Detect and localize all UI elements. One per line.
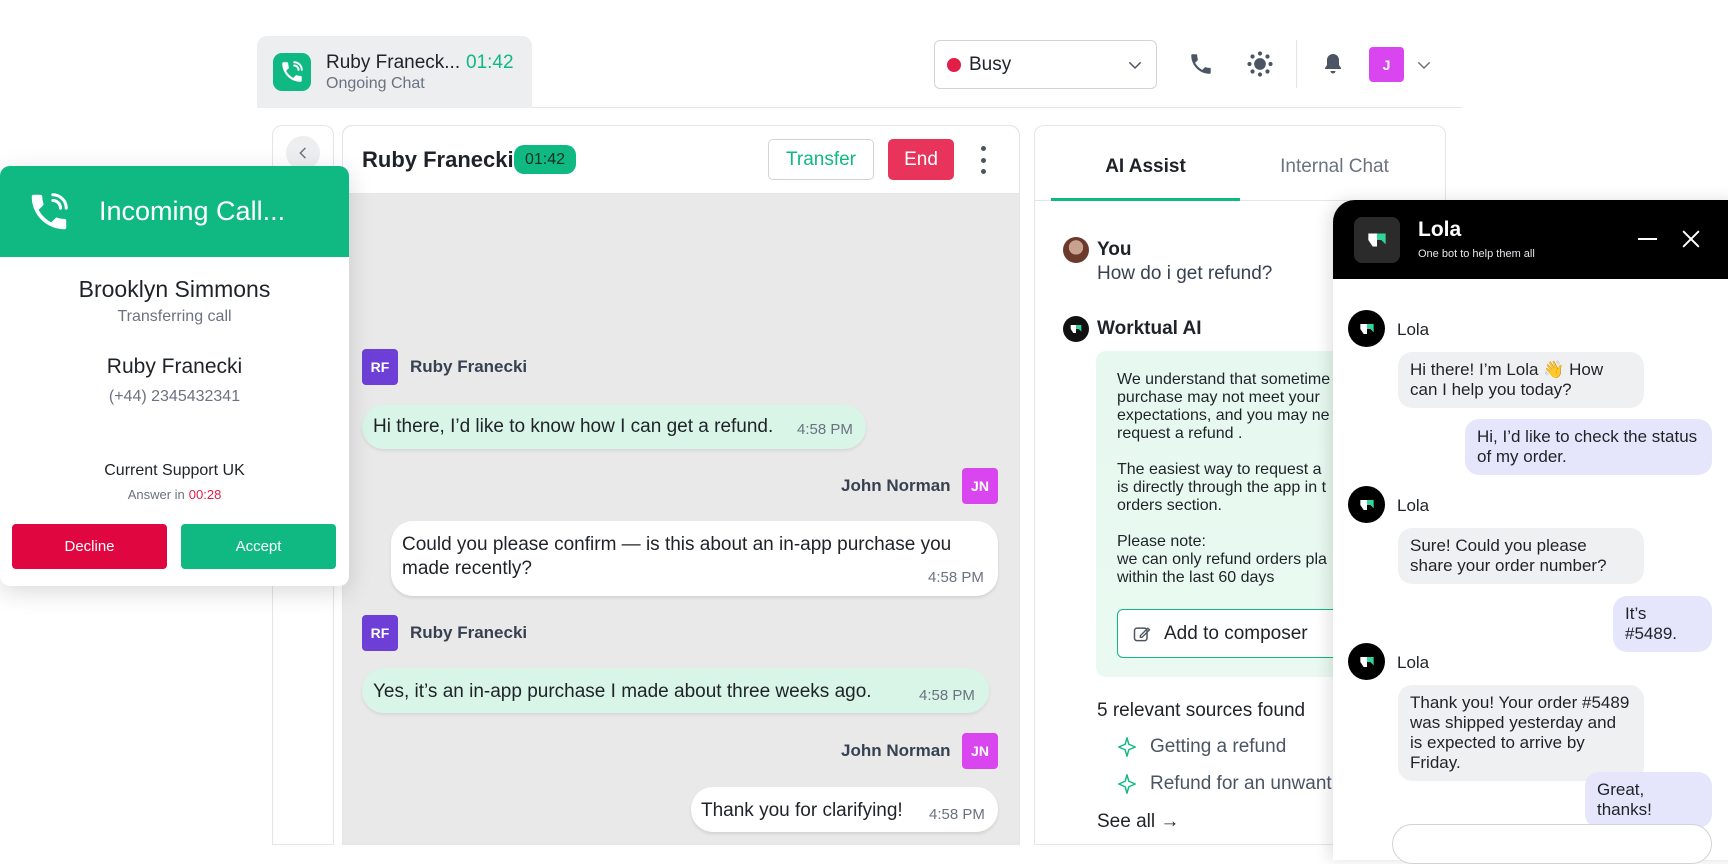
transfer-button[interactable]: Transfer	[768, 139, 874, 180]
bot-message: Hi there! I’m Lola 👋 How can I help you …	[1398, 352, 1644, 408]
worktual-logo-icon	[1063, 316, 1089, 342]
avatar: JN	[962, 733, 998, 769]
message-time: 4:58 PM	[929, 806, 985, 823]
end-button[interactable]: End	[888, 139, 954, 180]
lola-title: Lola	[1418, 218, 1462, 241]
active-tab-indicator	[1051, 198, 1240, 201]
add-to-composer-button[interactable]: Add to composer	[1117, 609, 1357, 658]
chevron-left-icon[interactable]	[286, 136, 320, 170]
question-author: You	[1097, 239, 1132, 260]
edit-icon	[1133, 626, 1151, 641]
bot-message: Thank you! Your order #5489 was shipped …	[1398, 685, 1644, 781]
transferring-agent-name: Brooklyn Simmons	[78, 276, 271, 302]
see-all-link[interactable]: See all →	[1097, 811, 1179, 833]
sender-name: John Norman	[841, 476, 951, 495]
user-message: Hi, I’d like to check the status of my o…	[1465, 419, 1712, 475]
tab-subtitle: Ongoing Chat	[326, 75, 425, 92]
incoming-call-title: Incoming Call...	[99, 196, 286, 226]
chat-timer-badge: 01:42	[514, 145, 576, 174]
tab-ai-assist[interactable]: AI Assist	[1051, 156, 1240, 178]
lola-logo-icon	[1354, 217, 1400, 263]
topbar-separator	[1296, 40, 1297, 88]
arrow-right-icon: →	[1160, 811, 1180, 832]
add-to-composer-label: Add to composer	[1164, 622, 1308, 644]
message-text: Could you please confirm — is this about…	[402, 534, 952, 579]
status-label: Busy	[969, 53, 1012, 75]
source-label: Refund for an unwant	[1150, 773, 1332, 794]
sources-title: 5 relevant sources found	[1097, 700, 1306, 721]
close-icon[interactable]	[1680, 228, 1702, 250]
queue-name: Current Support UK	[104, 462, 245, 479]
minimize-icon[interactable]	[1638, 238, 1657, 240]
settings-icon[interactable]	[1245, 49, 1275, 79]
answer-label: Answer in	[127, 487, 185, 502]
see-all-label: See all	[1097, 811, 1156, 832]
sender-name: Ruby Franecki	[410, 357, 528, 376]
source-item[interactable]: Getting a refund	[1116, 736, 1286, 758]
sender-name: John Norman	[841, 741, 951, 760]
more-options-icon[interactable]	[976, 146, 990, 174]
avatar: JN	[962, 468, 998, 504]
question-text: How do i get refund?	[1097, 263, 1273, 284]
phone-ringing-icon	[26, 189, 72, 235]
bell-icon[interactable]	[1318, 49, 1348, 79]
answer-countdown: Answer in 00:28	[0, 487, 349, 502]
sender-name: Ruby Franecki	[410, 623, 528, 642]
sparkle-icon	[1118, 774, 1136, 794]
chat-title: Ruby Franecki	[362, 147, 514, 172]
chevron-down-icon[interactable]	[1414, 55, 1434, 75]
lola-subtitle: One bot to help them all	[1418, 248, 1535, 260]
customer-phone: (+44) 2345432341	[108, 388, 241, 405]
lola-avatar	[1348, 643, 1385, 680]
decline-button[interactable]: Decline	[12, 524, 167, 569]
status-dropdown[interactable]: Busy	[934, 40, 1157, 89]
message-time: 4:58 PM	[919, 687, 975, 704]
message-text: Thank you for clarifying!	[701, 800, 903, 821]
message-time: 4:58 PM	[797, 421, 853, 438]
avatar: RF	[362, 349, 398, 385]
phone-icon[interactable]	[1186, 49, 1216, 79]
avatar: RF	[362, 615, 398, 651]
ai-answer-text: We understand that sometime purchase may…	[1117, 371, 1331, 586]
phone-chat-icon	[273, 53, 311, 91]
bot-message: Sure! Could you please share your order …	[1398, 528, 1644, 584]
chevron-down-icon	[1129, 61, 1141, 69]
status-dot	[947, 57, 961, 72]
user-avatar[interactable]: J	[1369, 47, 1404, 82]
tab-internal-chat[interactable]: Internal Chat	[1240, 156, 1429, 178]
source-label: Getting a refund	[1150, 736, 1287, 757]
customer-name: Ruby Franecki	[106, 355, 243, 378]
lola-name: Lola	[1397, 496, 1430, 515]
message-time: 4:58 PM	[928, 569, 984, 586]
message-text: Yes, it’s an in-app purchase I made abou…	[373, 681, 872, 702]
user-message: It’s #5489.	[1613, 596, 1712, 652]
lola-name: Lola	[1397, 653, 1430, 672]
message-text: Hi there, I’d like to know how I can get…	[373, 416, 774, 437]
lola-avatar	[1348, 486, 1385, 523]
answer-timer: 00:28	[188, 487, 222, 502]
lola-name: Lola	[1397, 320, 1430, 339]
avatar	[1063, 237, 1089, 263]
ai-author: Worktual AI	[1097, 318, 1202, 339]
lola-avatar	[1348, 310, 1385, 347]
user-message: Great, thanks!	[1585, 772, 1712, 828]
tab-timer: 01:42	[466, 52, 514, 73]
call-status: Transferring call	[117, 308, 232, 325]
accept-button[interactable]: Accept	[181, 524, 336, 569]
tab-contact-name: Ruby Franeck...	[326, 52, 461, 73]
source-item[interactable]: Refund for an unwant	[1116, 773, 1332, 795]
sparkle-icon	[1118, 737, 1136, 757]
lola-message-input[interactable]	[1392, 824, 1712, 864]
